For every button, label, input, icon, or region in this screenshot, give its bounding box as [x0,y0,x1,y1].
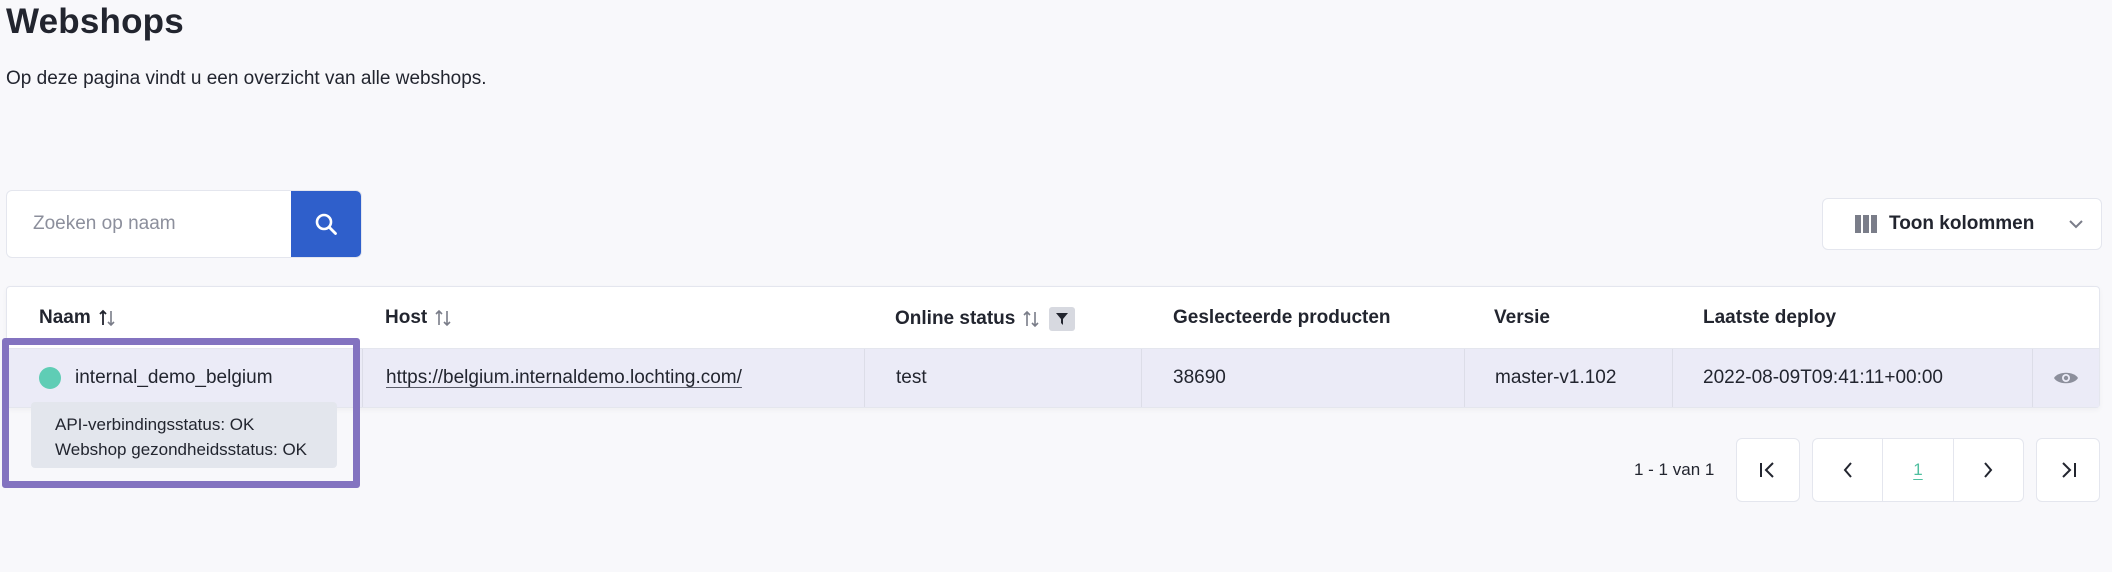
last-page-button[interactable] [2036,438,2100,502]
first-page-icon [1760,462,1774,478]
chevron-left-icon [1843,462,1852,478]
cell-laatste-deploy: 2022-08-09T09:41:11+00:00 [1703,367,1943,388]
cell-versie: master-v1.102 [1495,367,1617,388]
sort-icon[interactable] [1023,309,1039,329]
page-title: Webshops [6,2,184,41]
filter-icon[interactable] [1049,307,1076,331]
view-button[interactable] [2053,349,2079,407]
pagination-group: 1 [1812,438,2024,502]
previous-page-button[interactable] [1813,439,1884,501]
column-header-versie: Versie [1494,307,1550,328]
page-number-button[interactable]: 1 [1883,439,1954,501]
search-button[interactable] [291,191,361,257]
host-link[interactable]: https://belgium.internaldemo.lochting.co… [386,367,742,389]
sort-icon[interactable] [435,308,451,328]
pagination-info: 1 - 1 van 1 [1634,460,1715,479]
current-page: 1 [1913,460,1923,479]
column-header-online-status[interactable]: Online status [895,307,1076,331]
search-input[interactable] [7,191,291,257]
toon-kolommen-button[interactable]: Toon kolommen [1822,198,2102,250]
cell-geslecteerde-producten: 38690 [1173,367,1226,388]
column-header-naam[interactable]: Naam [39,307,115,329]
chevron-right-icon [1984,462,1993,478]
eye-icon [2054,372,2078,384]
search-icon [315,213,337,235]
column-header-geslecteerde-producten: Geslecteerde producten [1173,307,1391,328]
sort-icon[interactable] [99,308,115,328]
toon-kolommen-label: Toon kolommen [1889,213,2035,234]
last-page-icon [2062,462,2076,478]
cell-host: https://belgium.internaldemo.lochting.co… [386,349,742,407]
columns-icon [1855,215,1877,233]
cell-online-status: test [896,367,927,388]
chevron-down-icon [2069,220,2083,229]
column-header-laatste-deploy: Laatste deploy [1703,307,1837,328]
search-box [6,190,362,258]
highlight-box [2,338,360,488]
next-page-button[interactable] [1954,439,2023,501]
first-page-button[interactable] [1736,438,1800,502]
column-header-host[interactable]: Host [385,307,451,329]
page-description: Op deze pagina vindt u een overzicht van… [6,68,487,89]
